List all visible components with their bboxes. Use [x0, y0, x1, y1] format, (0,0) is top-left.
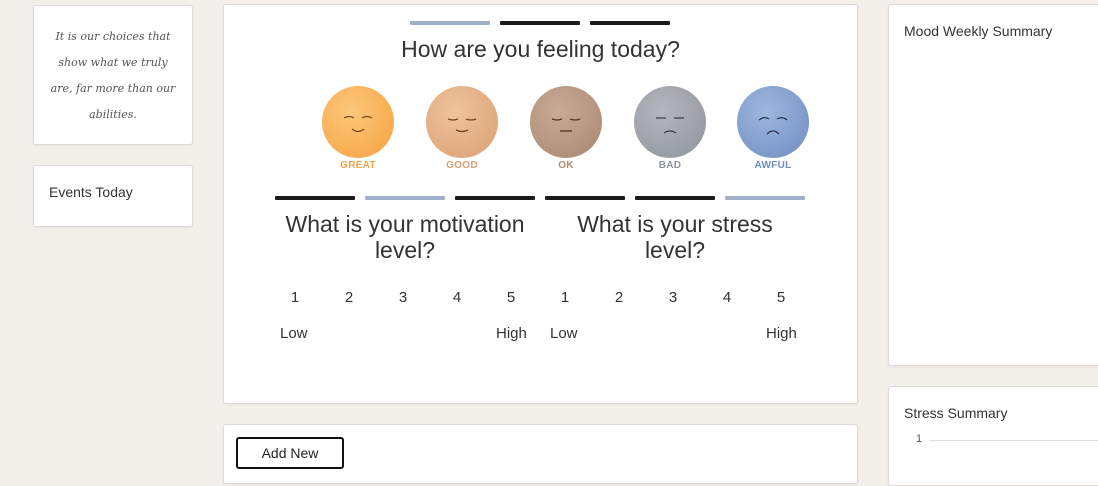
- stress-option-3[interactable]: 3: [661, 289, 685, 306]
- mood-label-good: GOOD: [446, 160, 478, 171]
- progress-bar-segment-1: [410, 21, 490, 25]
- stress-option-1[interactable]: 1: [553, 289, 577, 306]
- quote-text: It is our choices that show what we trul…: [50, 30, 176, 121]
- quote-card: It is our choices that show what we trul…: [33, 5, 193, 145]
- mood-checkin-card: How are you feeling today? GREAT GOOD OK…: [223, 4, 858, 404]
- motivation-option-5[interactable]: 5: [499, 289, 523, 306]
- motivation-progress-segment-2: [365, 196, 445, 200]
- mood-label-awful: AWFUL: [754, 160, 792, 171]
- stress-summary-title: Stress Summary: [904, 405, 1008, 421]
- ok-face-icon: [530, 86, 602, 158]
- stress-summary-card: Stress Summary 1: [888, 386, 1098, 486]
- awful-face-icon: [737, 86, 809, 158]
- mood-weekly-summary-card: Mood Weekly Summary: [888, 4, 1098, 366]
- mood-option-great[interactable]: GREAT: [320, 86, 396, 171]
- stress-progress-segment-3: [725, 196, 805, 200]
- stress-low-label: Low: [550, 325, 578, 342]
- stress-progress-segment-2: [635, 196, 715, 200]
- add-new-card: Add New: [223, 424, 858, 484]
- stress-option-4[interactable]: 4: [715, 289, 739, 306]
- motivation-option-2[interactable]: 2: [337, 289, 361, 306]
- mood-option-good[interactable]: GOOD: [424, 86, 500, 171]
- stress-question-title: What is your stress level?: [525, 211, 825, 263]
- stress-axis-tick-label: 1: [916, 433, 923, 445]
- mood-option-ok[interactable]: OK: [528, 86, 604, 171]
- motivation-option-3[interactable]: 3: [391, 289, 415, 306]
- motivation-question-title: What is your motivation level?: [255, 211, 555, 263]
- stress-title-line1: What is your stress: [577, 211, 773, 237]
- motivation-high-label: High: [496, 325, 527, 342]
- mood-label-great: GREAT: [340, 160, 376, 171]
- mood-option-bad[interactable]: BAD: [632, 86, 708, 171]
- motivation-progress-segment-1: [275, 196, 355, 200]
- motivation-progress-segment-3: [455, 196, 535, 200]
- progress-bar-segment-2: [500, 21, 580, 25]
- events-today-title: Events Today: [49, 184, 133, 200]
- progress-bar-segment-3: [590, 21, 670, 25]
- mood-weekly-summary-title: Mood Weekly Summary: [904, 23, 1053, 39]
- stress-progress-segment-1: [545, 196, 625, 200]
- motivation-title-line1: What is your motivation: [285, 211, 525, 237]
- stress-title-line2: level?: [644, 237, 706, 263]
- events-today-card: Events Today: [33, 165, 193, 227]
- motivation-title-line2: level?: [374, 237, 436, 263]
- stress-option-2[interactable]: 2: [607, 289, 631, 306]
- mood-label-bad: BAD: [658, 160, 682, 171]
- motivation-low-label: Low: [280, 325, 308, 342]
- stress-option-5[interactable]: 5: [769, 289, 793, 306]
- stress-high-label: High: [766, 325, 797, 342]
- great-face-icon: [322, 86, 394, 158]
- good-face-icon: [426, 86, 498, 158]
- stress-axis-gridline: [929, 440, 1098, 441]
- motivation-option-1[interactable]: 1: [283, 289, 307, 306]
- add-new-button[interactable]: Add New: [236, 437, 344, 469]
- motivation-option-4[interactable]: 4: [445, 289, 469, 306]
- mood-question-title: How are you feeling today?: [401, 36, 680, 62]
- mood-option-awful[interactable]: AWFUL: [735, 86, 811, 171]
- bad-face-icon: [634, 86, 706, 158]
- mood-label-ok: OK: [558, 160, 574, 171]
